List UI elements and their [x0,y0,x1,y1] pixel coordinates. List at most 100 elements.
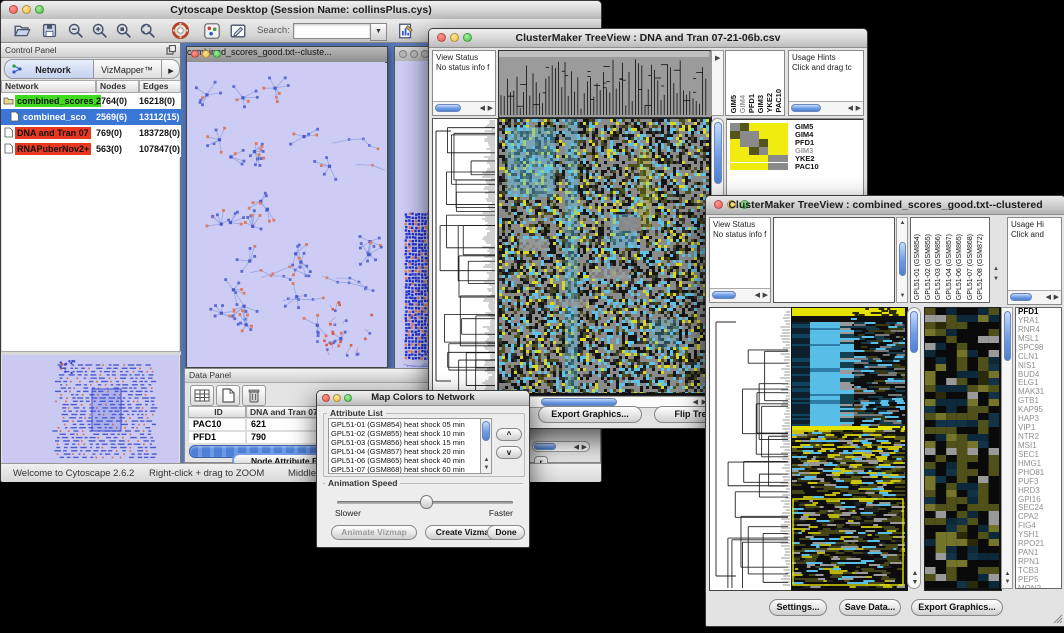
close-icon[interactable] [191,50,199,58]
tv2-column-label[interactable]: GPL51-03 (GSM856) [934,234,943,300]
column-header-edges[interactable]: Edges [139,80,181,93]
desktop: Cytoscape Desktop (Session Name: collins… [0,0,1064,633]
tv2-column-label[interactable]: GPL51-01 (GSM854) [913,234,922,300]
view-status-scrollbar[interactable]: ◀▶ [710,288,770,302]
zoom-window-icon[interactable] [213,50,221,58]
move-up-button[interactable]: ^ [496,428,522,441]
tv1-column-label[interactable]: PFD1 [747,94,756,113]
tv2-global-heatmap[interactable] [791,307,908,591]
usage-hints-panel: Usage Hints Click and drag tc ◀▶ [788,50,864,116]
treeview2-title: ClusterMaker TreeView : combined_scores_… [706,199,1064,211]
tv2-zoom-heatmap[interactable] [924,307,1002,591]
zoom-out-icon[interactable] [67,22,85,40]
row-dendrogram[interactable] [709,307,793,591]
tv2-label-up-icon[interactable]: ▲ [993,266,999,273]
usage-hints-scrollbar[interactable]: ◀▶ [789,101,863,115]
tv2-vscrollbar[interactable]: ▲▼ [907,307,921,589]
help-lifebuoy-icon[interactable] [171,21,190,40]
view-status-scrollbar[interactable]: ◀▶ [433,101,495,115]
network-graph-canvas[interactable] [187,62,385,365]
tv2-col-scrollbar[interactable]: ▲▼ [896,217,908,303]
tv1-column-label[interactable]: PAC10 [774,89,783,113]
network-list-row[interactable]: combined_scores_2764(0)16218(0) [1,93,181,109]
tab-vizmapper[interactable]: VizMapper™ [93,60,161,78]
tv2-export-graphics-button[interactable]: Export Graphics... [911,599,1003,616]
column-header-network[interactable]: Network [1,80,96,93]
attribute-item[interactable]: GPL51-03 (GSM856) heat shock 15 min [331,438,465,447]
minimize-icon[interactable] [410,50,418,58]
table-view-button[interactable] [190,385,214,406]
tv2-column-label[interactable]: GPL51-07 (GSM868) [966,234,975,300]
mini-heatmap-cell [730,155,740,163]
mini-heatmap-cell [778,147,788,155]
main-titlebar[interactable]: Cytoscape Desktop (Session Name: collins… [1,1,601,20]
search-input[interactable] [293,23,371,39]
network-scatter-icon[interactable] [203,22,221,40]
network-list-area[interactable] [2,157,179,351]
new-attribute-button[interactable] [216,385,240,406]
minimize-icon[interactable] [202,50,210,58]
dp-column-header[interactable]: ID [188,406,246,418]
tv2-zoom-scrollbar[interactable]: ▲▼ [1001,307,1013,589]
network-list-row[interactable]: RNAPuberNov2+563(0)107847(0) [1,141,181,157]
attribute-item[interactable]: GPL51-02 (GSM855) heat shock 10 min [331,429,465,438]
tv1-heatmap[interactable] [498,118,712,396]
attribute-list: ▲▼ GPL51-01 (GSM854) heat shock 05 minGP… [328,418,492,474]
gene-label[interactable]: MON2 [1018,585,1041,589]
row-dendrogram[interactable] [432,118,498,396]
network-edges: 183728(0) [139,128,180,138]
fragment-hscrollbar[interactable]: ◀▶ [532,441,590,452]
network-list-row[interactable]: DNA and Tran 07769(0)183728(0) [1,125,181,141]
treeview2-titlebar[interactable]: ClusterMaker TreeView : combined_scores_… [706,196,1064,215]
tv1-column-label[interactable]: YKE2 [765,93,774,113]
tv1-row-label[interactable]: PAC10 [795,162,819,171]
float-panel-icon[interactable] [166,45,176,55]
tv2-column-label[interactable]: GPL51-06 (GSM865) [955,234,964,300]
tv1-col-mini-scroll[interactable]: ▶ [711,50,724,116]
tv2-settings-button[interactable]: Settings... [769,599,827,616]
move-down-button[interactable]: v [496,446,522,459]
attribute-list-scrollbar[interactable]: ▲▼ [480,419,491,473]
done-button2[interactable]: Done [487,525,525,540]
attribute-item[interactable]: GPL51-01 (GSM854) heat shock 05 min [331,420,465,429]
tv2-label-down-icon[interactable]: ▼ [993,276,999,283]
delete-attribute-trash-icon[interactable] [242,385,266,406]
column-header-nodes[interactable]: Nodes [96,80,139,93]
annotation-icon[interactable] [229,22,247,40]
tv1-column-label[interactable]: GIM3 [756,95,765,113]
attribute-item[interactable]: GPL51-07 (GSM868) heat shock 60 min [331,465,465,474]
document-icon [3,143,14,154]
tv1-column-label[interactable]: GIM4 [738,95,747,113]
open-icon[interactable] [13,22,31,39]
tv1-mini-heatmap[interactable] [730,123,788,171]
tv2-column-label[interactable]: GPL51-04 (GSM857) [945,234,954,300]
tab-network[interactable]: Network [5,60,94,78]
report-icon[interactable] [397,22,415,40]
dialog-titlebar[interactable]: Map Colors to Network [317,391,529,406]
tv1-export-graphics-button[interactable]: Export Graphics... [538,406,642,423]
attribute-item[interactable]: GPL51-04 (GSM857) heat shock 20 min [331,447,465,456]
column-dendrogram[interactable] [498,50,712,118]
tv1-column-label[interactable]: GIM5 [729,95,738,113]
tv2-column-label[interactable]: GPL51-02 (GSM855) [924,234,933,300]
search-dropdown-button[interactable]: ▼ [370,23,387,41]
tab-overflow-button[interactable]: ▶ [161,60,180,78]
zoom-in-icon[interactable] [91,22,109,40]
zoom-selected-icon[interactable] [115,22,133,40]
close-icon[interactable] [399,50,407,58]
attribute-item[interactable]: GPL51-06 (GSM865) heat shock 40 min [331,456,465,465]
network-list-row[interactable]: combined_sco2569(6)13112(15) [1,109,181,125]
birdseye-view[interactable] [2,354,179,463]
zoom-fit-icon[interactable] [139,22,157,40]
animate-vizmap-button[interactable]: Animate Vizmap [331,525,417,540]
tv2-column-label[interactable]: GPL51-08 (GSM872) [976,234,985,300]
save-icon[interactable] [41,22,58,39]
speed-slider-thumb[interactable] [420,495,433,509]
treeview1-titlebar[interactable]: ClusterMaker TreeView : DNA and Tran 07-… [429,29,867,48]
tv2-column-dendrogram[interactable] [773,217,895,303]
resize-grip-icon[interactable] [1052,613,1063,624]
usage-hints-scrollbar[interactable]: ◀▶ [1008,290,1061,304]
control-panel-title: Control Panel [5,45,57,55]
tv2-save-data-button[interactable]: Save Data... [839,599,901,616]
mini-heatmap-cell [730,147,740,155]
